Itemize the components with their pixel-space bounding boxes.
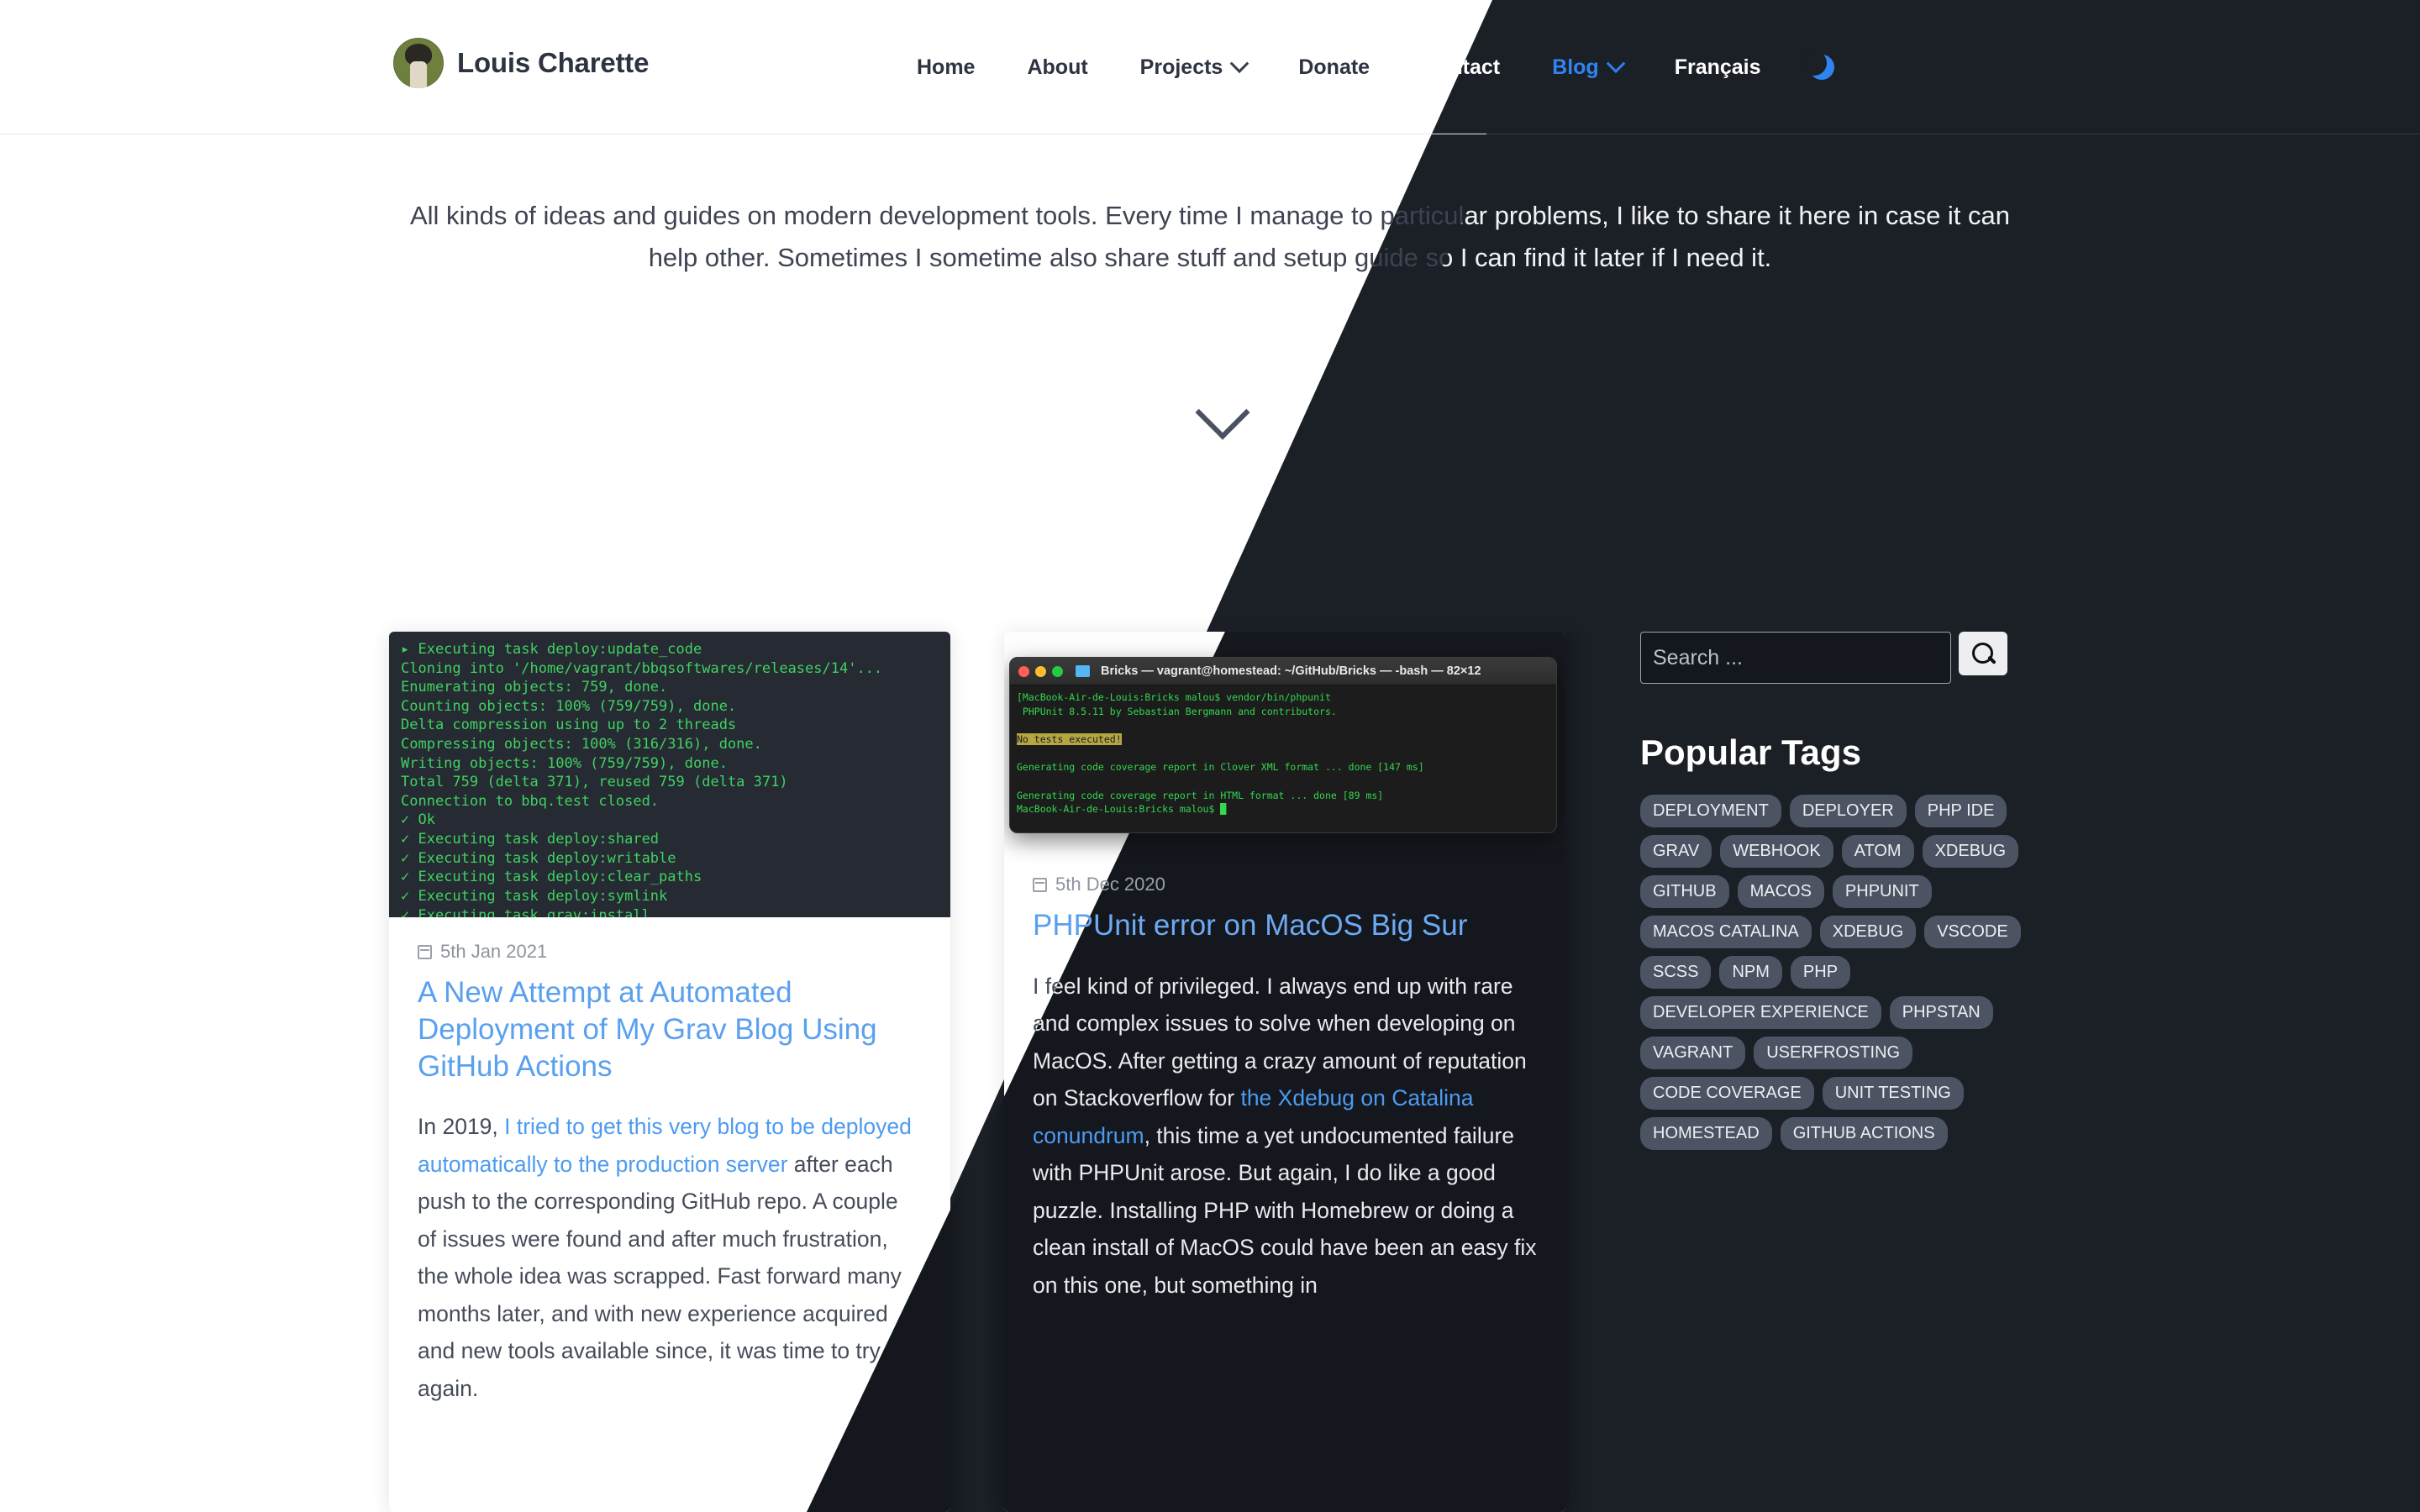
post-card[interactable]: Bricks — vagrant@homestead: ~/GitHub/Bri…: [1004, 632, 1565, 1512]
terminal-line: No tests executed!: [1017, 733, 1122, 746]
tag-chip[interactable]: GRAV: [1640, 835, 1712, 868]
tag-chip[interactable]: NPM: [1719, 956, 1782, 989]
chevron-down-icon: [1230, 54, 1249, 74]
tag-chip[interactable]: VAGRANT: [1640, 1037, 1746, 1069]
tag-chip[interactable]: UNIT TESTING: [1822, 1077, 1964, 1110]
post-date-text: 5th Jan 2021: [440, 941, 548, 962]
post-thumbnail: ▸ Executing task deploy:update_code Clon…: [389, 632, 950, 917]
brand-name: Louis Charette: [457, 47, 650, 78]
tag-chip[interactable]: XDEBUG: [1922, 835, 2019, 868]
nav-item-label: Donate: [1298, 55, 1370, 79]
terminal-line: MacBook-Air-de-Louis:Bricks malou$ █: [1017, 803, 1227, 816]
scroll-down-button[interactable]: [1187, 385, 1258, 444]
blog-sidebar: Popular Tags DEPLOYMENTDEPLOYERPHP IDE GR…: [1640, 632, 2161, 1150]
mac-window-title: Bricks — vagrant@homestead: ~/GitHub/Bri…: [1101, 664, 1481, 678]
tag-chip[interactable]: CODE COVERAGE: [1640, 1077, 1814, 1110]
excerpt-text-after: after each push to the corresponding Git…: [418, 1151, 902, 1401]
nav-item-label: About: [1027, 55, 1088, 79]
folder-icon: [1076, 665, 1090, 677]
mac-terminal-output: [MacBook-Air-de-Louis:Bricks malou$ vend…: [1010, 685, 1556, 822]
post-card[interactable]: ▸ Executing task deploy:update_code Clon…: [389, 632, 950, 1512]
dark-mode-toggle[interactable]: [1787, 50, 1856, 80]
terminal-line: [MacBook-Air-de-Louis:Bricks malou$ vend…: [1017, 691, 1331, 703]
tag-chip[interactable]: GITHUB: [1640, 875, 1729, 908]
post-thumbnail: Bricks — vagrant@homestead: ~/GitHub/Bri…: [1004, 632, 1565, 850]
tag-chip[interactable]: PHPUNIT: [1832, 875, 1932, 908]
chevron-down-icon: [1195, 385, 1250, 440]
tag-chip[interactable]: VSCODE: [1924, 916, 2021, 948]
calendar-icon: [418, 944, 432, 959]
mac-terminal-screenshot: Bricks — vagrant@homestead: ~/GitHub/Bri…: [1004, 632, 1565, 850]
nav-item-contact[interactable]: Contact: [1396, 55, 1526, 80]
terminal-line: PHPUnit 8.5.11 by Sebastian Bergmann and…: [1017, 705, 1337, 717]
minimize-yellow-icon: [1035, 665, 1046, 677]
tag-chip[interactable]: GITHUB ACTIONS: [1780, 1117, 1948, 1150]
terminal-line: Generating code coverage report in Clove…: [1017, 761, 1424, 774]
tag-chip[interactable]: PHPSTAN: [1889, 996, 1993, 1029]
tag-chip[interactable]: PHP: [1790, 956, 1851, 989]
tag-chip[interactable]: DEPLOYER: [1789, 795, 1907, 827]
tag-chip[interactable]: HOMESTEAD: [1640, 1117, 1772, 1150]
tag-chip[interactable]: XDEBUG: [1819, 916, 1917, 948]
calendar-icon: [1033, 877, 1047, 892]
post-date: 5th Jan 2021: [418, 941, 922, 963]
nav-item-label: Français: [1674, 55, 1761, 79]
page-root: Louis Charette Home About Projects Donat…: [0, 0, 2420, 1512]
nav-item-home[interactable]: Home: [891, 55, 1001, 80]
nav-item-label: Projects: [1139, 55, 1223, 79]
nav-item-donate[interactable]: Donate: [1272, 55, 1396, 80]
nav-item-blog[interactable]: Blog: [1526, 54, 1649, 80]
nav-item-label: Blog: [1552, 55, 1599, 79]
nav-item-projects[interactable]: Projects: [1114, 54, 1273, 80]
terminal-screenshot: ▸ Executing task deploy:update_code Clon…: [389, 632, 950, 917]
popular-tags-list: DEPLOYMENT DEPLOYER PHP IDE GRAV WEBHOOK ATOM…: [1640, 795, 2040, 1150]
search-input[interactable]: [1640, 632, 1951, 684]
post-title[interactable]: PHPUnit error on MacOS Big Sur: [1033, 907, 1537, 944]
avatar: [393, 38, 444, 88]
nav-item-label: Contact: [1422, 55, 1501, 79]
nav-item-about[interactable]: About: [1001, 55, 1113, 80]
terminal-line: Generating code coverage report in HTML …: [1017, 789, 1384, 801]
excerpt-text-after: , this time a yet undocumented failure w…: [1033, 1122, 1537, 1298]
nav-item-label: Home: [917, 55, 976, 79]
post-date: 5th Dec 2020: [1033, 874, 1537, 895]
tag-chip[interactable]: WEBHOOK: [1720, 835, 1833, 868]
mac-title-bar: Bricks — vagrant@homestead: ~/GitHub/Bri…: [1010, 658, 1556, 685]
tag-chip[interactable]: USERFROSTING: [1754, 1037, 1913, 1069]
site-brand[interactable]: Louis Charette: [393, 38, 649, 88]
post-title[interactable]: A New Attempt at Automated Deployment of…: [418, 974, 922, 1084]
post-date-text: 5th Dec 2020: [1055, 874, 1165, 895]
tag-chip[interactable]: SCSS: [1640, 956, 1712, 989]
search-button[interactable]: [1959, 632, 2007, 675]
close-red-icon: [1018, 665, 1029, 677]
popular-tags-title: Popular Tags: [1640, 732, 1861, 772]
tag-chip[interactable]: DEPLOYMENT: [1640, 795, 1781, 827]
maximize-green-icon: [1052, 665, 1063, 677]
blog-intro: All kinds of ideas and guides on modern …: [0, 195, 2420, 279]
main-nav: Home About Projects Donate Contact Blog: [891, 0, 1856, 134]
nav-item-francais[interactable]: Français: [1649, 55, 1787, 80]
tag-chip[interactable]: MACOS CATALINA: [1640, 916, 1812, 948]
post-excerpt: In 2019, I tried to get this very blog t…: [418, 1108, 922, 1407]
excerpt-text-before: In 2019,: [418, 1114, 505, 1140]
site-header: Louis Charette Home About Projects Donat…: [0, 0, 2420, 134]
post-excerpt: I feel kind of privileged. I always end …: [1033, 968, 1537, 1305]
tag-chip[interactable]: PHP IDE: [1914, 795, 2007, 827]
search-icon: [1972, 643, 1994, 664]
moon-icon: [1801, 50, 1834, 80]
tag-chip[interactable]: ATOM: [1841, 835, 1914, 868]
search-row: [1640, 632, 2161, 684]
blog-intro-text: All kinds of ideas and guides on modern …: [409, 201, 2011, 273]
tag-chip[interactable]: DEVELOPER EXPERIENCE: [1640, 996, 1881, 1029]
tag-chip[interactable]: MACOS: [1737, 875, 1824, 908]
chevron-down-icon: [1606, 54, 1626, 74]
